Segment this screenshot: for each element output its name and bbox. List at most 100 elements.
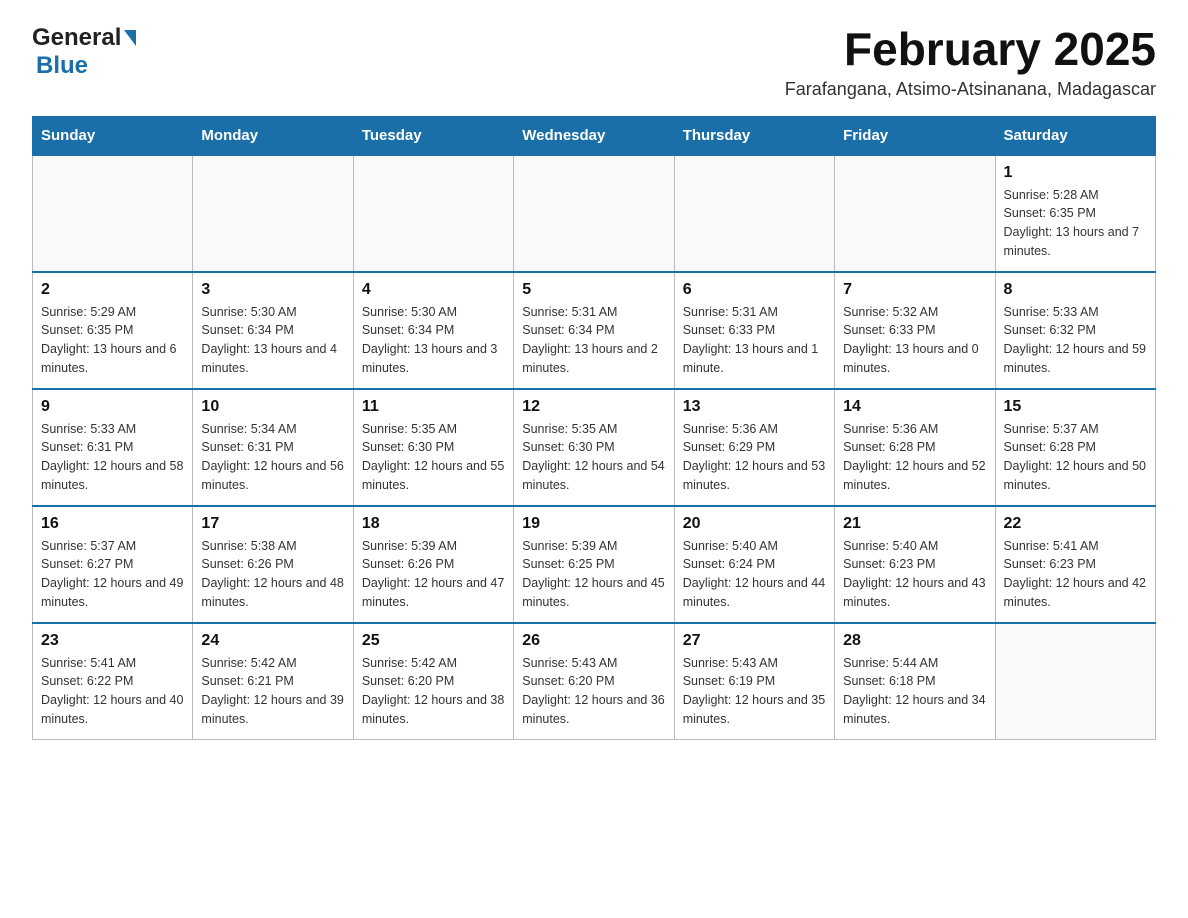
logo-triangle-icon [124,30,136,46]
calendar-cell: 20 Sunrise: 5:40 AM Sunset: 6:24 PM Dayli… [674,506,834,623]
day-number: 27 [683,632,826,650]
day-number: 24 [201,632,344,650]
calendar-table: SundayMondayTuesdayWednesdayThursdayFrid… [32,116,1156,740]
week-row-4: 16 Sunrise: 5:37 AM Sunset: 6:27 PM Dayli… [33,506,1156,623]
col-header-thursday: Thursday [674,116,834,155]
calendar-cell: 16 Sunrise: 5:37 AM Sunset: 6:27 PM Dayli… [33,506,193,623]
calendar-cell: 22Sunrise: 5:41 AM Sunset: 6:23 PM Dayli… [995,506,1155,623]
day-number: 16 [41,515,184,533]
day-number: 21 [843,515,986,533]
logo-general-text: General [32,24,121,52]
calendar-cell: 26 Sunrise: 5:43 AM Sunset: 6:20 PM Dayli… [514,623,674,740]
calendar-cell: 6 Sunrise: 5:31 AM Sunset: 6:33 PM Daylig… [674,272,834,389]
location-subtitle: Farafangana, Atsimo-Atsinanana, Madagasc… [785,79,1156,100]
calendar-cell: 18 Sunrise: 5:39 AM Sunset: 6:26 PM Dayli… [353,506,513,623]
calendar-cell: 28 Sunrise: 5:44 AM Sunset: 6:18 PM Dayli… [835,623,995,740]
day-info: Sunrise: 5:39 AM Sunset: 6:26 PM Dayligh… [362,537,505,612]
day-info: Sunrise: 5:44 AM Sunset: 6:18 PM Dayligh… [843,654,986,729]
day-number: 14 [843,398,986,416]
calendar-cell: 2 Sunrise: 5:29 AM Sunset: 6:35 PM Daylig… [33,272,193,389]
calendar-cell: 3 Sunrise: 5:30 AM Sunset: 6:34 PM Daylig… [193,272,353,389]
calendar-cell: 25Sunrise: 5:42 AM Sunset: 6:20 PM Dayli… [353,623,513,740]
day-info: Sunrise: 5:40 AM Sunset: 6:23 PM Dayligh… [843,537,986,612]
day-number: 19 [522,515,665,533]
calendar-cell [33,155,193,272]
day-number: 8 [1004,281,1147,299]
day-info: Sunrise: 5:30 AM Sunset: 6:34 PM Dayligh… [362,303,505,378]
day-info: Sunrise: 5:40 AM Sunset: 6:24 PM Dayligh… [683,537,826,612]
calendar-cell: 19 Sunrise: 5:39 AM Sunset: 6:25 PM Dayli… [514,506,674,623]
calendar-cell: 23 Sunrise: 5:41 AM Sunset: 6:22 PM Dayli… [33,623,193,740]
day-number: 9 [41,398,184,416]
calendar-cell: 5 Sunrise: 5:31 AM Sunset: 6:34 PM Daylig… [514,272,674,389]
calendar-cell: 27 Sunrise: 5:43 AM Sunset: 6:19 PM Dayli… [674,623,834,740]
day-info: Sunrise: 5:42 AM Sunset: 6:21 PM Dayligh… [201,654,344,729]
calendar-cell: 4Sunrise: 5:30 AM Sunset: 6:34 PM Daylig… [353,272,513,389]
calendar-cell: 13Sunrise: 5:36 AM Sunset: 6:29 PM Dayli… [674,389,834,506]
day-number: 5 [522,281,665,299]
day-number: 3 [201,281,344,299]
calendar-cell: 12Sunrise: 5:35 AM Sunset: 6:30 PM Dayli… [514,389,674,506]
day-number: 10 [201,398,344,416]
day-info: Sunrise: 5:37 AM Sunset: 6:27 PM Dayligh… [41,537,184,612]
calendar-cell [514,155,674,272]
day-info: Sunrise: 5:43 AM Sunset: 6:20 PM Dayligh… [522,654,665,729]
col-header-monday: Monday [193,116,353,155]
day-number: 20 [683,515,826,533]
calendar-cell: 10Sunrise: 5:34 AM Sunset: 6:31 PM Dayli… [193,389,353,506]
calendar-cell: 1Sunrise: 5:28 AM Sunset: 6:35 PM Daylig… [995,155,1155,272]
day-number: 23 [41,632,184,650]
day-info: Sunrise: 5:30 AM Sunset: 6:34 PM Dayligh… [201,303,344,378]
calendar-cell: 14 Sunrise: 5:36 AM Sunset: 6:28 PM Dayli… [835,389,995,506]
logo: General Blue [32,24,136,80]
day-info: Sunrise: 5:36 AM Sunset: 6:28 PM Dayligh… [843,420,986,495]
day-info: Sunrise: 5:41 AM Sunset: 6:23 PM Dayligh… [1004,537,1147,612]
calendar-cell: 9 Sunrise: 5:33 AM Sunset: 6:31 PM Daylig… [33,389,193,506]
day-info: Sunrise: 5:38 AM Sunset: 6:26 PM Dayligh… [201,537,344,612]
col-header-friday: Friday [835,116,995,155]
calendar-cell [193,155,353,272]
day-info: Sunrise: 5:35 AM Sunset: 6:30 PM Dayligh… [522,420,665,495]
day-info: Sunrise: 5:32 AM Sunset: 6:33 PM Dayligh… [843,303,986,378]
day-number: 1 [1004,164,1147,182]
day-info: Sunrise: 5:29 AM Sunset: 6:35 PM Dayligh… [41,303,184,378]
day-number: 25 [362,632,505,650]
day-info: Sunrise: 5:31 AM Sunset: 6:34 PM Dayligh… [522,303,665,378]
day-number: 7 [843,281,986,299]
day-number: 2 [41,281,184,299]
calendar-cell: 8 Sunrise: 5:33 AM Sunset: 6:32 PM Daylig… [995,272,1155,389]
calendar-cell: 15Sunrise: 5:37 AM Sunset: 6:28 PM Dayli… [995,389,1155,506]
day-info: Sunrise: 5:31 AM Sunset: 6:33 PM Dayligh… [683,303,826,378]
logo-blue-text: Blue [36,52,88,79]
week-row-3: 9 Sunrise: 5:33 AM Sunset: 6:31 PM Daylig… [33,389,1156,506]
day-number: 11 [362,398,505,416]
calendar-cell: 7 Sunrise: 5:32 AM Sunset: 6:33 PM Daylig… [835,272,995,389]
day-info: Sunrise: 5:43 AM Sunset: 6:19 PM Dayligh… [683,654,826,729]
col-header-tuesday: Tuesday [353,116,513,155]
month-title: February 2025 [785,24,1156,75]
day-number: 13 [683,398,826,416]
day-info: Sunrise: 5:35 AM Sunset: 6:30 PM Dayligh… [362,420,505,495]
col-header-saturday: Saturday [995,116,1155,155]
day-number: 6 [683,281,826,299]
day-info: Sunrise: 5:33 AM Sunset: 6:32 PM Dayligh… [1004,303,1147,378]
day-info: Sunrise: 5:39 AM Sunset: 6:25 PM Dayligh… [522,537,665,612]
calendar-cell: 21 Sunrise: 5:40 AM Sunset: 6:23 PM Dayli… [835,506,995,623]
day-number: 18 [362,515,505,533]
day-number: 17 [201,515,344,533]
calendar-cell: 24 Sunrise: 5:42 AM Sunset: 6:21 PM Dayli… [193,623,353,740]
col-header-wednesday: Wednesday [514,116,674,155]
day-info: Sunrise: 5:41 AM Sunset: 6:22 PM Dayligh… [41,654,184,729]
day-info: Sunrise: 5:37 AM Sunset: 6:28 PM Dayligh… [1004,420,1147,495]
calendar-cell [835,155,995,272]
day-number: 28 [843,632,986,650]
day-info: Sunrise: 5:33 AM Sunset: 6:31 PM Dayligh… [41,420,184,495]
title-block: February 2025 Farafangana, Atsimo-Atsina… [785,24,1156,100]
week-row-2: 2 Sunrise: 5:29 AM Sunset: 6:35 PM Daylig… [33,272,1156,389]
page-header: General Blue February 2025 Farafangana, … [32,24,1156,100]
day-number: 26 [522,632,665,650]
week-row-1: 1Sunrise: 5:28 AM Sunset: 6:35 PM Daylig… [33,155,1156,272]
col-header-sunday: Sunday [33,116,193,155]
calendar-cell: 11 Sunrise: 5:35 AM Sunset: 6:30 PM Dayli… [353,389,513,506]
calendar-cell [674,155,834,272]
